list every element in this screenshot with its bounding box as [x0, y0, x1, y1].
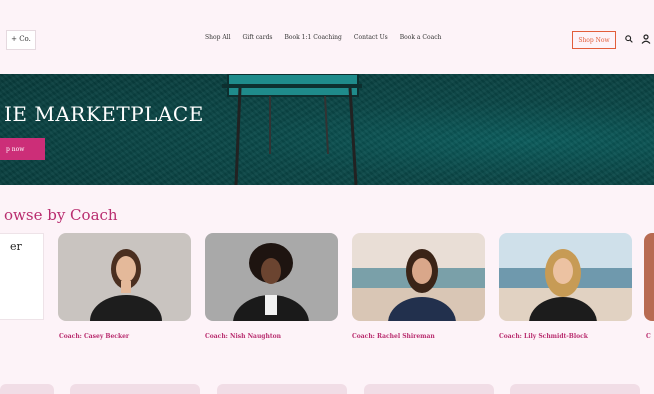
coach-card-next-peek[interactable]	[644, 233, 654, 321]
bottom-card[interactable]	[510, 384, 640, 394]
coach-name-nish-naughton[interactable]: Coach: Nish Naughton	[205, 333, 281, 340]
coach-name-rachel-shireman[interactable]: Coach: Rachel Shireman	[352, 333, 435, 340]
site-logo[interactable]: + Co.	[6, 30, 36, 50]
nav-item-book-a-coach[interactable]: Book a Coach	[400, 34, 442, 48]
shop-now-button[interactable]: Shop Now	[572, 31, 616, 49]
main-nav: Shop All Gift cards Book 1:1 Coaching Co…	[205, 34, 441, 48]
coach-photo	[499, 233, 632, 321]
bottom-card[interactable]	[364, 384, 494, 394]
coach-photo	[205, 233, 338, 321]
filter-card-label: er	[10, 240, 22, 253]
coach-name-casey-becker[interactable]: Coach: Casey Becker	[59, 333, 129, 340]
coach-name-lily-schmidt-block[interactable]: Coach: Lily Schmidt-Block	[499, 333, 588, 340]
nav-item-shop-all[interactable]: Shop All	[205, 34, 231, 48]
hero-shop-button[interactable]: p now	[0, 138, 45, 160]
bottom-card[interactable]	[0, 384, 54, 394]
coach-card-lily-schmidt-block[interactable]	[499, 233, 632, 321]
nav-item-gift-cards[interactable]: Gift cards	[243, 34, 273, 48]
bottom-card[interactable]	[70, 384, 200, 394]
section-title: owse by Coach	[4, 206, 118, 224]
coach-photo	[58, 233, 191, 321]
coach-card-casey-becker[interactable]	[58, 233, 191, 321]
hero-title: IE MARKETPLACE	[4, 102, 204, 126]
site-header: + Co. Shop All Gift cards Book 1:1 Coach…	[0, 0, 654, 74]
coach-photo	[352, 233, 485, 321]
coach-card-nish-naughton[interactable]	[205, 233, 338, 321]
bottom-card[interactable]	[217, 384, 347, 394]
search-icon[interactable]	[625, 35, 633, 43]
coach-name-next-peek[interactable]: C	[646, 333, 651, 340]
account-icon[interactable]	[641, 34, 651, 44]
coach-card-rachel-shireman[interactable]	[352, 233, 485, 321]
nav-item-contact-us[interactable]: Contact Us	[354, 34, 388, 48]
filter-card[interactable]: er	[0, 233, 44, 320]
nav-item-book-coaching[interactable]: Book 1:1 Coaching	[285, 34, 342, 48]
hero-chair-image	[222, 74, 362, 185]
hero-banner: IE MARKETPLACE	[0, 74, 654, 185]
